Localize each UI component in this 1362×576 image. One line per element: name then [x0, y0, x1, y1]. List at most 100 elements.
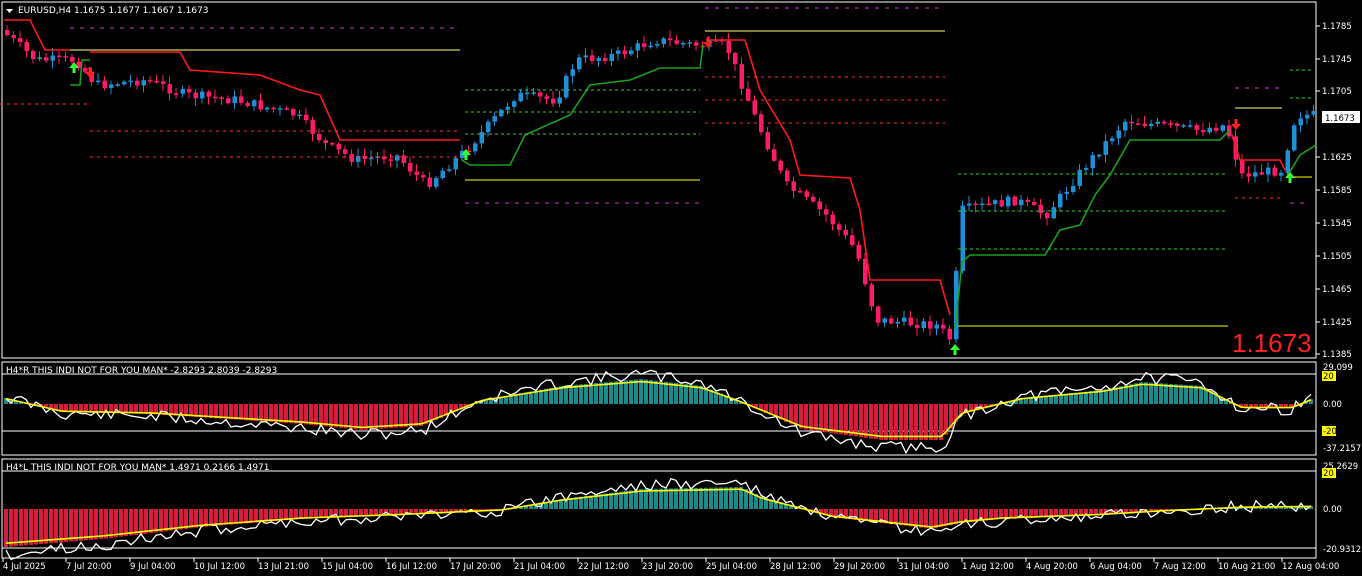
candle-body	[1123, 121, 1128, 131]
histogram-bar	[109, 509, 113, 538]
candle-body	[681, 43, 686, 45]
candle-body	[642, 43, 647, 48]
candle-body	[492, 116, 497, 122]
candle-body	[1279, 172, 1284, 176]
histogram-bar	[914, 404, 918, 440]
indicator-1-header: H4*R THIS INDI NOT FOR YOU MAN* -2.8293 …	[6, 366, 277, 376]
candle-body	[1188, 125, 1193, 127]
histogram-bar	[404, 404, 408, 428]
price-label: 1.1625	[1322, 153, 1352, 163]
candle-body	[180, 88, 185, 94]
candle-body	[843, 229, 848, 236]
candle-body	[434, 178, 439, 187]
histogram-bar	[584, 383, 588, 404]
candle-body	[1201, 130, 1206, 133]
histogram-bar	[659, 488, 663, 509]
histogram-bar	[669, 488, 673, 509]
time-label: 31 Jul 04:00	[898, 562, 949, 572]
candle-body	[746, 88, 751, 101]
histogram-bar	[129, 509, 133, 536]
histogram-bar	[619, 380, 623, 404]
candle-body	[1097, 154, 1102, 157]
histogram-bar	[119, 509, 123, 537]
time-label: 7 Jul 20:00	[66, 562, 112, 572]
candle-body	[395, 155, 400, 161]
candle-body	[772, 149, 777, 161]
candle-body	[1259, 172, 1264, 175]
histogram-bar	[614, 381, 618, 404]
candle-body	[616, 50, 621, 54]
candle-body	[128, 80, 133, 83]
candle-body	[297, 114, 302, 117]
chart-window[interactable]: EURUSD,H4 1.1675 1.1677 1.1667 1.1673 1.…	[0, 0, 1362, 576]
candle-body	[538, 92, 543, 97]
candle-body	[1051, 207, 1056, 219]
indicator-axis-label: 0.00	[1323, 400, 1342, 410]
candle-body	[1168, 123, 1173, 125]
candle-body	[986, 203, 991, 206]
candle-body	[1142, 123, 1147, 126]
candle-body	[999, 200, 1004, 207]
candle-body	[148, 80, 153, 82]
candle-body	[765, 132, 770, 150]
candle-body	[590, 55, 595, 61]
histogram-bar	[39, 509, 43, 545]
candle-body	[934, 324, 939, 329]
indicator-2-axis: 25.2629200.00-20.9312	[1322, 462, 1361, 555]
candle-body	[421, 174, 426, 178]
candle-body	[674, 40, 679, 44]
candle-body	[908, 317, 913, 325]
time-label: 16 Jul 12:00	[386, 562, 437, 572]
candle-body	[1155, 121, 1160, 124]
candle-body	[570, 69, 575, 76]
time-label: 10 Aug 21:00	[1218, 562, 1275, 572]
candle-body	[739, 64, 744, 89]
histogram-bar	[924, 404, 928, 440]
candle-body	[902, 317, 907, 322]
histogram-bar	[14, 509, 18, 547]
candle-body	[161, 81, 166, 85]
histogram-bar	[834, 404, 838, 434]
candle-body	[1032, 201, 1037, 205]
candle-body	[980, 203, 985, 206]
candle-body	[336, 143, 341, 150]
time-label: 15 Jul 04:00	[322, 562, 373, 572]
histogram-bar	[359, 404, 363, 430]
candle-body	[349, 153, 354, 162]
candle-body	[973, 203, 978, 206]
candle-body	[804, 191, 809, 197]
histogram-bar	[59, 509, 63, 543]
histogram-bar	[904, 404, 908, 440]
candle-body	[798, 190, 803, 193]
candle-body	[1116, 130, 1121, 139]
histogram-bar	[29, 509, 33, 545]
candle-body	[544, 96, 549, 99]
candle-body	[505, 106, 510, 110]
candle-body	[596, 58, 601, 61]
candle-body	[811, 196, 816, 202]
candle-body	[453, 158, 458, 170]
candle-body	[31, 50, 36, 60]
candle-body	[323, 140, 328, 144]
candle-body	[44, 57, 49, 61]
histogram-bar	[399, 404, 403, 428]
candle-body	[219, 97, 224, 99]
histogram-bar	[924, 509, 928, 529]
histogram-bar	[364, 404, 368, 430]
histogram-bar	[859, 404, 863, 438]
histogram-bar	[169, 509, 173, 531]
candle-body	[551, 98, 556, 104]
histogram-bar	[624, 380, 628, 404]
candle-body	[473, 143, 478, 152]
candle-body	[1084, 167, 1089, 170]
candle-body	[310, 120, 315, 134]
indicator-axis-label: -37.2157	[1323, 444, 1361, 454]
histogram-bar	[164, 509, 168, 532]
candle-body	[1077, 169, 1082, 186]
candle-body	[135, 80, 140, 86]
candle-body	[278, 108, 283, 110]
histogram-bar	[679, 383, 683, 404]
price-label: 1.1465	[1322, 285, 1352, 295]
histogram-bar	[704, 487, 708, 509]
candle-body	[141, 80, 146, 86]
